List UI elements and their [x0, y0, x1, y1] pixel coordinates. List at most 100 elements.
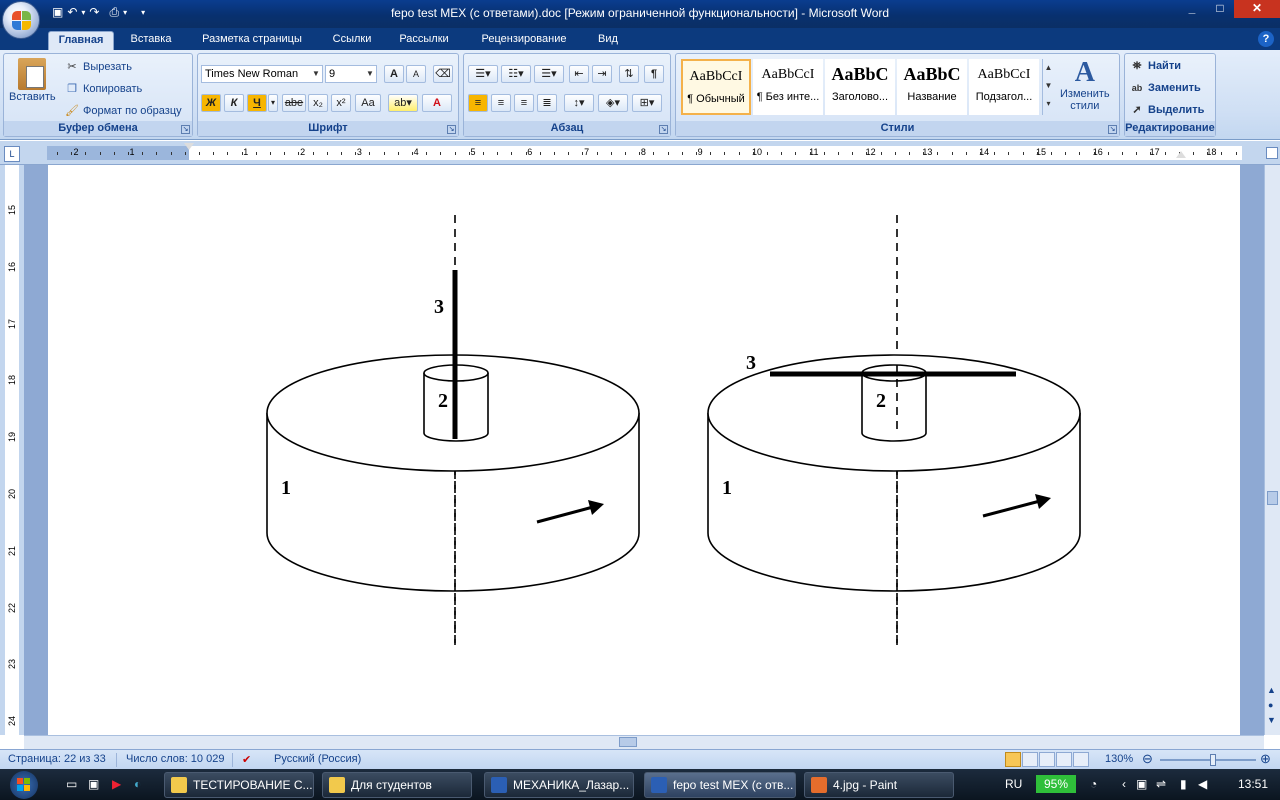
bullets-icon[interactable]: ☰▾ — [468, 65, 498, 83]
zoom-slider[interactable] — [1160, 754, 1256, 766]
tray-app-icon[interactable]: ▣ — [1136, 777, 1147, 791]
network-icon[interactable]: ◔ — [1090, 777, 1097, 791]
vertical-ruler[interactable]: 15 16 17 18 19 20 21 22 23 24 — [0, 165, 24, 735]
start-button[interactable] — [6, 769, 42, 800]
document-page[interactable]: 3 2 1 3 2 1 — [48, 165, 1240, 735]
zoom-slider-thumb[interactable] — [1210, 754, 1216, 766]
tab-selector[interactable]: L — [4, 146, 20, 162]
vertical-scrollbar[interactable]: ▲ ● ▼ — [1264, 165, 1280, 735]
change-styles-button[interactable]: A Изменить стили — [1060, 58, 1110, 113]
full-screen-reading-icon[interactable] — [1022, 752, 1038, 767]
media-player-icon[interactable]: ▶ — [112, 777, 121, 791]
tab-view[interactable]: Вид — [590, 31, 626, 50]
prev-page-icon[interactable]: ▲ — [1267, 685, 1276, 695]
taskbar-item[interactable]: МЕХАНИКА_Лазар... — [484, 772, 634, 798]
page-count[interactable]: Страница: 22 из 33 — [8, 753, 106, 765]
copy-button[interactable]: ❐ Копировать — [64, 81, 142, 97]
increase-indent-icon[interactable]: ⇥ — [592, 65, 612, 83]
signal-icon[interactable]: ▮ — [1180, 777, 1187, 791]
font-size-combo[interactable]: 9 ▼ — [325, 65, 377, 83]
volume-icon[interactable]: ◀ — [1198, 777, 1207, 791]
zoom-level[interactable]: 130% — [1105, 753, 1133, 765]
styles-scroll-icon[interactable]: ▲ ▼ ▾ — [1042, 59, 1054, 115]
zoom-in-icon[interactable]: ⊕ — [1260, 751, 1271, 767]
language-indicator[interactable]: Русский (Россия) — [274, 753, 361, 765]
sort-icon[interactable]: ⇅ — [619, 65, 639, 83]
superscript-button[interactable]: x² — [331, 94, 351, 112]
document-area[interactable]: 3 2 1 3 2 1 — [24, 165, 1264, 735]
taskbar-item[interactable]: ТЕСТИРОВАНИЕ С... — [164, 772, 314, 798]
next-page-icon[interactable]: ▼ — [1267, 715, 1276, 725]
style-title[interactable]: AaBbC Название — [897, 59, 967, 115]
scroll-thumb[interactable] — [1267, 491, 1278, 505]
close-button[interactable]: ✕ — [1234, 0, 1280, 18]
decrease-indent-icon[interactable]: ⇤ — [569, 65, 589, 83]
numbering-icon[interactable]: ☷▾ — [501, 65, 531, 83]
web-layout-icon[interactable] — [1039, 752, 1055, 767]
battery-indicator[interactable]: 95% — [1036, 775, 1076, 793]
justify-icon[interactable]: ≣ — [537, 94, 557, 112]
underline-dropdown-icon[interactable]: ▾ — [268, 94, 278, 112]
clock[interactable]: 13:51 — [1238, 777, 1268, 791]
select-button[interactable]: ➚ Выделить — [1129, 102, 1204, 118]
minimize-button[interactable]: _ — [1178, 0, 1206, 18]
bold-button[interactable]: Ж — [201, 94, 221, 112]
browser-quicklaunch-icon[interactable]: ◐ — [134, 777, 141, 791]
taskbar-item-active[interactable]: fepo test MEX (с отв... — [644, 772, 796, 798]
shrink-font-button[interactable]: A — [406, 65, 426, 83]
font-name-combo[interactable]: Times New Roman ▼ — [201, 65, 323, 83]
office-button[interactable] — [2, 1, 40, 39]
tab-home[interactable]: Главная — [48, 31, 114, 50]
shading-icon[interactable]: ◈▾ — [598, 94, 628, 112]
scroll-thumb[interactable] — [619, 737, 637, 747]
font-launcher-icon[interactable]: ↘ — [447, 125, 456, 134]
style-heading[interactable]: AaBbC Заголово... — [825, 59, 895, 115]
tab-review[interactable]: Рецензирование — [468, 31, 580, 50]
show-formatting-button[interactable]: ¶ — [644, 65, 664, 83]
italic-button[interactable]: К — [224, 94, 244, 112]
ruler-bar[interactable]: 2 1 1 2 3 4 5 6 7 8 9 10 11 12 13 14 15 16 17 18 — [47, 146, 1242, 160]
highlight-icon[interactable]: ab▾ — [388, 94, 418, 112]
outline-icon[interactable] — [1056, 752, 1072, 767]
style-no-spacing[interactable]: AaBbCcI ¶ Без инте... — [753, 59, 823, 115]
right-indent-marker-icon[interactable] — [1176, 151, 1186, 158]
print-layout-icon[interactable] — [1005, 752, 1021, 767]
zoom-out-icon[interactable]: ⊖ — [1142, 751, 1153, 767]
chevron-down-icon[interactable]: ▼ — [311, 67, 321, 81]
font-color-button[interactable]: A — [422, 94, 452, 112]
replace-button[interactable]: ab Заменить — [1129, 80, 1201, 96]
safely-remove-icon[interactable]: ⇌ — [1156, 777, 1166, 791]
tab-insert[interactable]: Вставка — [120, 31, 182, 50]
clear-formatting-icon[interactable]: ⌫ — [433, 65, 453, 83]
left-indent-marker-icon[interactable] — [184, 143, 194, 150]
clipboard-launcher-icon[interactable]: ↘ — [181, 125, 190, 134]
language-bar[interactable]: RU — [1005, 777, 1022, 791]
explorer-quicklaunch-icon[interactable]: ▣ — [88, 777, 99, 791]
help-icon[interactable]: ? — [1258, 31, 1274, 47]
show-hidden-icons-icon[interactable]: ‹ — [1122, 777, 1126, 791]
horizontal-scrollbar[interactable] — [24, 735, 1264, 749]
chevron-down-icon[interactable]: ▼ — [365, 67, 375, 81]
styles-launcher-icon[interactable]: ↘ — [1108, 125, 1117, 134]
horizontal-ruler[interactable]: L 2 1 1 2 3 4 5 6 7 8 9 10 11 12 13 14 15 16 17 18 — [0, 141, 1280, 165]
align-right-icon[interactable]: ≡ — [514, 94, 534, 112]
paste-button[interactable]: Вставить — [9, 58, 56, 103]
tab-references[interactable]: Ссылки — [322, 31, 382, 50]
align-center-icon[interactable]: ≡ — [491, 94, 511, 112]
underline-button[interactable]: Ч — [247, 94, 267, 112]
maximize-button[interactable]: □ — [1206, 0, 1234, 18]
word-count[interactable]: Число слов: 10 029 — [126, 753, 224, 765]
find-button[interactable]: ⛯ Найти — [1129, 58, 1181, 74]
show-desktop-icon[interactable]: ▭ — [66, 777, 77, 791]
subscript-button[interactable]: x₂ — [308, 94, 328, 112]
grow-font-button[interactable]: A — [384, 65, 404, 83]
view-ruler-icon[interactable] — [1266, 147, 1278, 159]
draft-icon[interactable] — [1073, 752, 1089, 767]
strikethrough-button[interactable]: abe — [282, 94, 306, 112]
change-case-button[interactable]: Aa — [355, 94, 381, 112]
borders-icon[interactable]: ⊞▾ — [632, 94, 662, 112]
browse-object-icon[interactable]: ● — [1268, 700, 1273, 710]
style-normal[interactable]: AaBbCcI ¶ Обычный — [681, 59, 751, 115]
format-painter-button[interactable]: 🖌 Формат по образцу — [64, 103, 182, 119]
taskbar-item[interactable]: 4.jpg - Paint — [804, 772, 954, 798]
